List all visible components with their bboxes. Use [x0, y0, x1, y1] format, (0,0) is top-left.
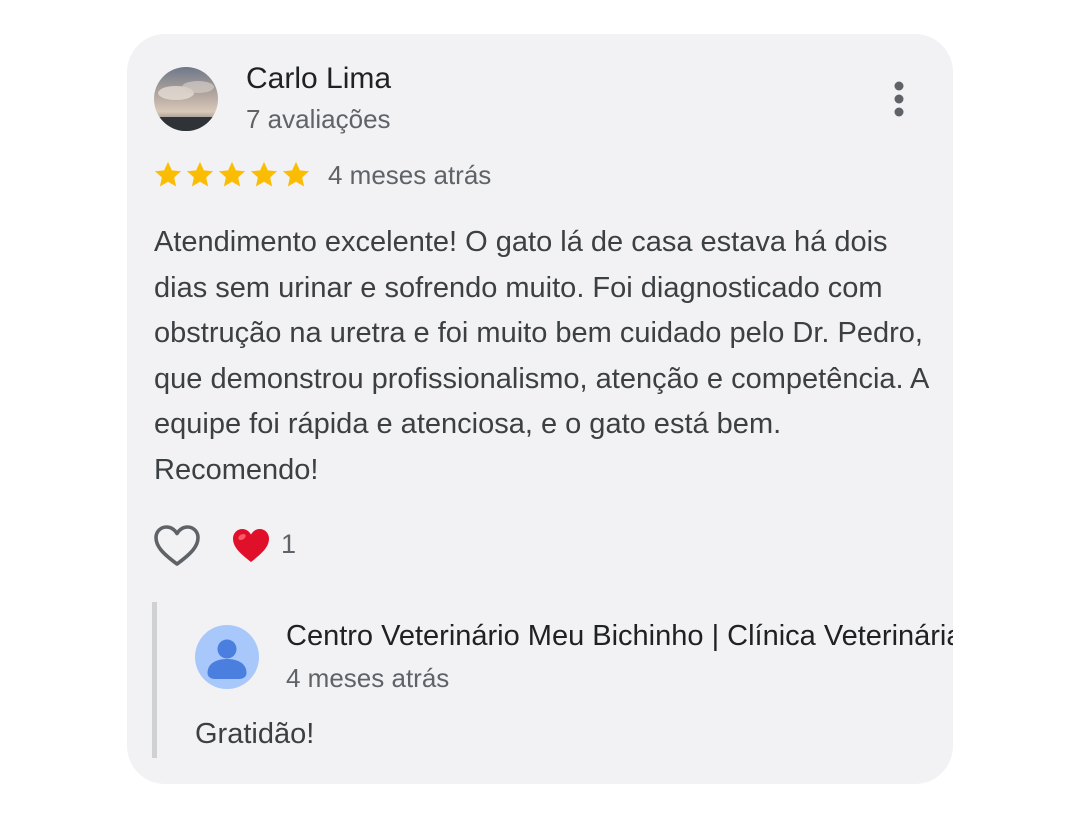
heart-outline-icon[interactable]	[152, 522, 202, 570]
reaction-count: 1	[281, 529, 297, 559]
star-icon	[154, 161, 182, 187]
star-icon	[282, 161, 310, 187]
default-profile-icon	[195, 625, 259, 689]
reviewer-name[interactable]: Carlo Lima	[246, 62, 391, 96]
more-vert-icon[interactable]	[885, 76, 913, 122]
reply-date: 4 meses atrás	[286, 663, 450, 693]
red-heart-icon[interactable]	[231, 526, 271, 566]
reply-text: Gratidão!	[195, 718, 315, 750]
review-text: Atendimento excelente! O gato lá de casa…	[154, 226, 928, 486]
reply-divider	[152, 602, 157, 758]
reply-author: Centro Veterinário Meu Bichinho | Clínic…	[286, 620, 953, 652]
star-rating	[152, 159, 312, 191]
star-icon	[218, 161, 246, 187]
review-date: 4 meses atrás	[328, 160, 492, 190]
star-icon	[250, 161, 278, 187]
review-card: Carlo Lima 7 avaliações 4 meses atrás At…	[127, 34, 953, 784]
reviewer-review-count: 7 avaliações	[246, 104, 391, 134]
star-icon	[186, 161, 214, 187]
reviewer-avatar[interactable]	[154, 67, 218, 131]
